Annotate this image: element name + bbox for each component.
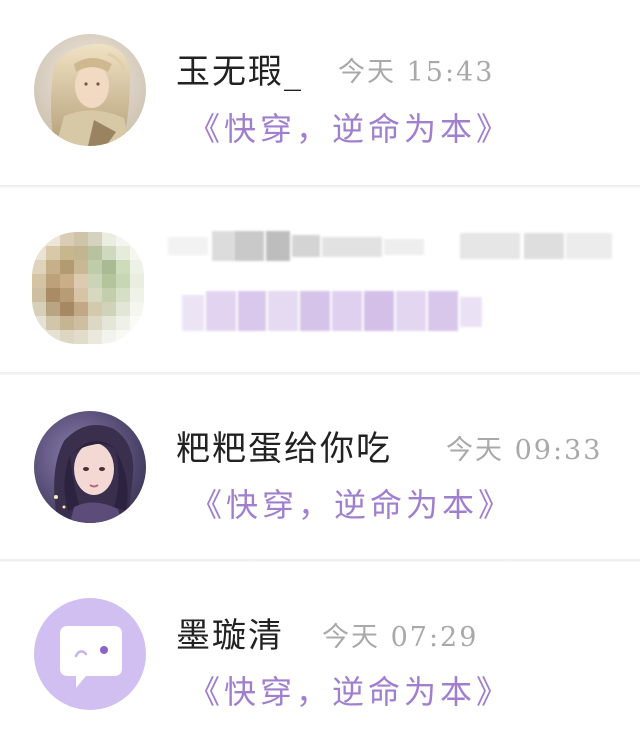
contact-name: 玉无瑕_ bbox=[176, 52, 303, 92]
obscured-name-block bbox=[384, 239, 424, 255]
message-preview: 《快穿，逆命为本》 bbox=[188, 110, 513, 148]
obscured-time-block bbox=[524, 233, 564, 259]
conversation-item[interactable] bbox=[0, 187, 640, 373]
contact-name: 粑粑蛋给你吃 bbox=[176, 429, 392, 469]
obscured-name-block bbox=[234, 231, 264, 261]
obscured-message-block bbox=[364, 291, 394, 331]
obscured-name-block bbox=[168, 237, 208, 255]
portrait-avatar-icon bbox=[34, 411, 146, 523]
obscured-message-block bbox=[396, 291, 426, 331]
obscured-message-block bbox=[268, 291, 298, 331]
message-preview: 《快穿，逆命为本》 bbox=[190, 486, 515, 524]
obscured-message-block bbox=[460, 297, 482, 327]
avatar[interactable] bbox=[34, 411, 146, 523]
obscured-time-block bbox=[460, 233, 520, 259]
pixelated-avatar-icon bbox=[32, 232, 144, 344]
message-time: 今天 15:43 bbox=[338, 57, 495, 88]
message-time: 今天 09:33 bbox=[446, 435, 603, 466]
conversation-list: 玉无瑕_ 今天 15:43 《快穿，逆命为本》 粑粑蛋给你吃 今天 09:33 … bbox=[0, 0, 640, 746]
conversation-item[interactable]: 粑粑蛋给你吃 今天 09:33 《快穿，逆命为本》 bbox=[0, 374, 640, 560]
obscured-message-block bbox=[428, 291, 458, 331]
conversation-item[interactable]: 墨璇清 今天 07:29 《快穿，逆命为本》 bbox=[0, 561, 640, 747]
obscured-name-block bbox=[292, 235, 320, 257]
obscured-time-block bbox=[566, 233, 612, 259]
avatar[interactable] bbox=[34, 34, 146, 146]
obscured-message-block bbox=[300, 291, 330, 331]
obscured-message-block bbox=[182, 295, 204, 331]
obscured-message-block bbox=[238, 291, 266, 331]
message-preview: 《快穿，逆命为本》 bbox=[188, 673, 513, 711]
avatar[interactable] bbox=[34, 598, 146, 710]
obscured-message-block bbox=[206, 291, 236, 331]
obscured-message-block bbox=[332, 291, 362, 331]
avatar[interactable] bbox=[32, 232, 144, 344]
obscured-name-block bbox=[322, 237, 382, 257]
obscured-name-block bbox=[212, 231, 234, 261]
portrait-avatar-icon bbox=[34, 34, 146, 146]
conversation-item[interactable]: 玉无瑕_ 今天 15:43 《快穿，逆命为本》 bbox=[0, 0, 640, 186]
chat-bubble-icon bbox=[60, 626, 122, 688]
message-time: 今天 07:29 bbox=[322, 622, 479, 653]
obscured-name-block bbox=[266, 231, 290, 261]
contact-name: 墨璇清 bbox=[176, 616, 284, 656]
